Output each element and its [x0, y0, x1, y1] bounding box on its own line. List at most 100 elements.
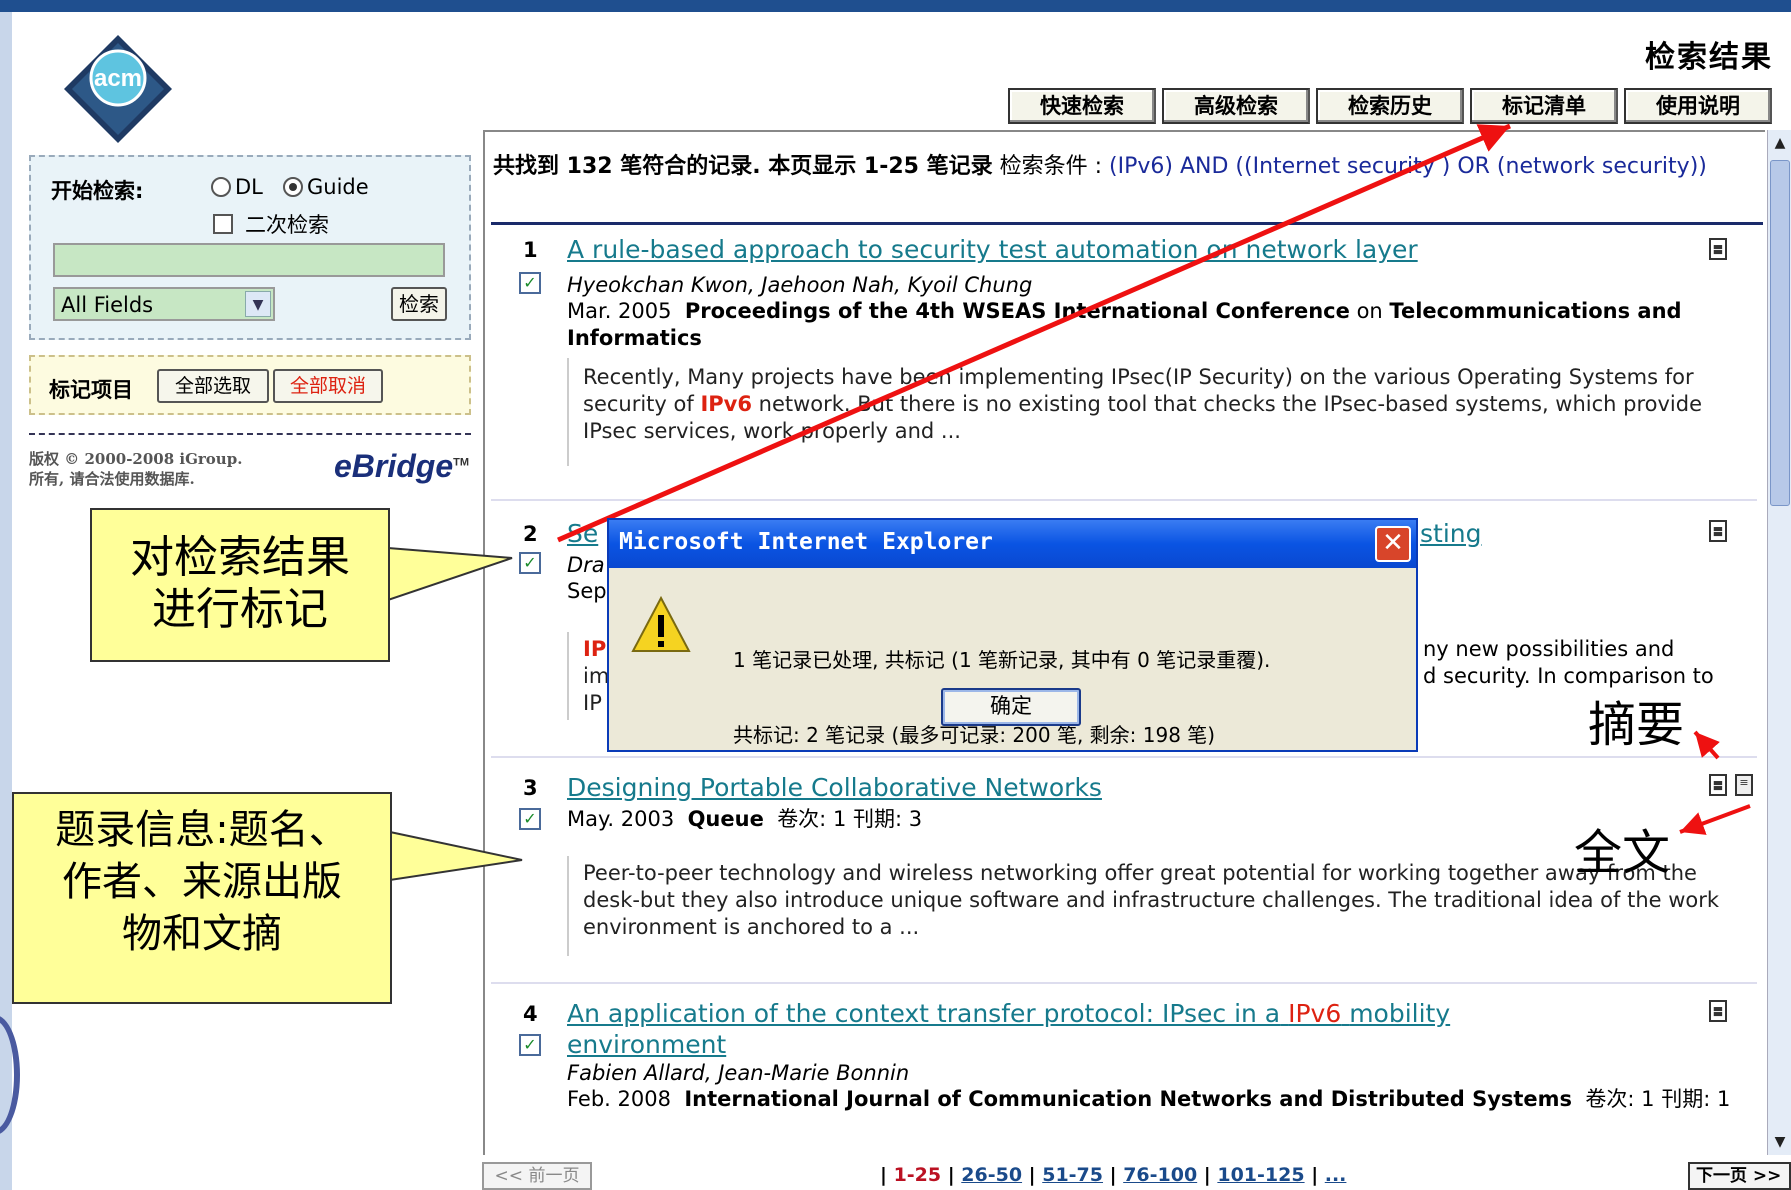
abstract-line-1-end: ny new possibilities and — [1423, 637, 1675, 661]
abstract-icon[interactable]: ▬ ▬ — [1709, 238, 1727, 260]
alert-dialog: Microsoft Internet Explorer ✕ 1 笔记录已处理, … — [607, 518, 1418, 752]
select-all-button[interactable]: 全部选取 — [157, 369, 269, 403]
scroll-thumb[interactable] — [1770, 160, 1790, 506]
callout2-line-3: 物和文摘 — [122, 911, 282, 957]
record-checkbox[interactable]: ✓ — [519, 552, 541, 574]
record-date: Feb. 2008 — [567, 1087, 671, 1111]
record-divider — [491, 982, 1757, 984]
record-checkbox[interactable]: ✓ — [519, 808, 541, 830]
search-history-tab[interactable]: 检索历史 — [1316, 88, 1464, 124]
mark-items-label: 标记项目 — [49, 378, 133, 402]
record-divider — [491, 499, 1757, 501]
record-source: Feb. 2008 International Journal of Commu… — [567, 1086, 1747, 1113]
copyright-text: 版权 © 2000-2008 iGroup. 所有, 请合法使用数据库. — [29, 449, 242, 489]
scroll-up-icon[interactable]: ▲ — [1768, 130, 1791, 156]
slide-top-band — [0, 0, 1791, 12]
record-source-connector: on — [1356, 299, 1383, 323]
search-button[interactable]: 检索 — [391, 287, 447, 321]
record-checkbox[interactable]: ✓ — [519, 1034, 541, 1056]
search-panel: 开始检索: DL Guide 二次检索 All Fields ▼ 检索 — [29, 155, 471, 340]
callout2-line-2: 作者、来源出版 — [62, 859, 342, 905]
abstract-annotation: 摘要 — [1588, 697, 1685, 753]
record-authors: Hyeokchan Kwon, Jaehoon Nah, Kyoil Chung — [567, 273, 1033, 297]
abstract-icon[interactable]: ▬ ▬ — [1709, 520, 1727, 542]
ebridge-logo: eBridgeTM — [334, 448, 469, 485]
criteria-label: 检索条件 : — [999, 154, 1103, 179]
marked-list-tab[interactable]: 标记清单 — [1470, 88, 1618, 124]
record-volume: 卷次: 1 — [777, 807, 847, 831]
record-publication: Proceedings of the 4th WSEAS Internation… — [684, 299, 1350, 323]
record-publication: International Journal of Communication N… — [684, 1087, 1573, 1111]
record-title-part: An application of the context transfer p… — [567, 999, 1281, 1028]
results-count: 共找到 132 笔符合的记录. 本页显示 1-25 笔记录 — [493, 154, 993, 179]
record-issue: 刊期: 3 — [853, 807, 923, 831]
record-title-link[interactable]: Se — [567, 518, 598, 549]
dialog-message-line-2: 共标记: 2 笔记录 (最多可记录: 200 笔, 剩余: 198 笔) — [733, 723, 1216, 747]
record-issue: 刊期: 1 — [1661, 1087, 1731, 1111]
help-tab[interactable]: 使用说明 — [1624, 88, 1772, 124]
record-title-highlight: IPv6 — [1288, 999, 1342, 1028]
secondary-search-option[interactable]: 二次检索 — [213, 209, 329, 239]
guide-option[interactable]: Guide — [283, 175, 369, 199]
record-number: 3 — [523, 776, 538, 800]
top-nav: 快速检索 高级检索 检索历史 标记清单 使用说明 — [1008, 88, 1772, 124]
pagination: | 1-25 | 26-50 | 51-75 | 76-100 | 101-12… — [880, 1164, 1347, 1186]
quick-search-tab[interactable]: 快速检索 — [1008, 88, 1156, 124]
trademark-mark: TM — [453, 456, 470, 469]
record-checkbox[interactable]: ✓ — [519, 272, 541, 294]
record-abstract: Recently, Many projects have been implem… — [567, 358, 1717, 466]
record-source: Mar. 2005 Proceedings of the 4th WSEAS I… — [567, 298, 1747, 352]
scroll-down-icon[interactable]: ▼ — [1768, 1129, 1791, 1155]
dl-label: DL — [235, 175, 263, 199]
dialog-message-line-1: 1 笔记录已处理, 共标记 (1 笔新记录, 其中有 0 笔记录重覆). — [733, 648, 1271, 672]
search-input[interactable] — [53, 243, 445, 277]
ok-button[interactable]: 确定 — [941, 688, 1081, 726]
mark-panel: 标记项目 全部选取 全部取消 — [29, 355, 471, 415]
record-title-link[interactable]: An application of the context transfer p… — [567, 998, 1597, 1060]
secondary-search-checkbox[interactable] — [213, 214, 233, 234]
record-abstract: Peer-to-peer technology and wireless net… — [567, 856, 1747, 956]
dl-radio[interactable] — [211, 177, 231, 197]
record-number: 2 — [523, 522, 538, 546]
record-title-link-end[interactable]: sting — [1420, 518, 1482, 549]
ebridge-logo-text: eBridge — [334, 448, 454, 484]
chevron-down-icon[interactable]: ▼ — [245, 291, 271, 317]
record-authors: Fabien Allard, Jean-Marie Bonnin — [567, 1061, 910, 1085]
field-select[interactable]: All Fields ▼ — [53, 287, 275, 321]
record-title-link[interactable]: A rule-based approach to security test a… — [567, 234, 1418, 265]
dl-option[interactable]: DL — [211, 175, 263, 199]
record-source: May. 2003 Queue 卷次: 1 刊期: 3 — [567, 806, 922, 833]
prev-page-button[interactable]: << 前一页 — [482, 1162, 592, 1190]
abstract-icon[interactable]: ▬ ▬ — [1709, 774, 1727, 796]
search-panel-title: 开始检索: — [51, 179, 144, 203]
page-link-current[interactable]: 1-25 — [894, 1164, 942, 1186]
record-date: May. 2003 — [567, 807, 675, 831]
dialog-titlebar[interactable]: Microsoft Internet Explorer ✕ — [609, 520, 1416, 568]
next-page-button[interactable]: 下一页 >> — [1688, 1162, 1791, 1190]
secondary-search-label: 二次检索 — [245, 213, 329, 237]
page-link[interactable]: 101-125 — [1217, 1164, 1304, 1186]
record-info-callout: 题录信息:题名、 作者、来源出版 物和文摘 — [12, 792, 392, 1004]
page-link[interactable]: 51-75 — [1042, 1164, 1103, 1186]
guide-radio[interactable] — [283, 177, 303, 197]
fulltext-icon[interactable]: ≡ — [1735, 774, 1753, 796]
guide-label: Guide — [307, 175, 369, 199]
record-volume: 卷次: 1 — [1585, 1087, 1655, 1111]
dialog-title: Microsoft Internet Explorer — [619, 529, 993, 555]
page-link[interactable]: 76-100 — [1123, 1164, 1197, 1186]
record-publication: Queue — [687, 807, 764, 831]
acm-logo-text: acm — [94, 65, 142, 92]
callout2-line-1: 题录信息:题名、 — [55, 807, 349, 853]
advanced-search-tab[interactable]: 高级检索 — [1162, 88, 1310, 124]
page-link[interactable]: 26-50 — [961, 1164, 1022, 1186]
fulltext-annotation: 全文 — [1574, 825, 1671, 881]
cancel-all-button[interactable]: 全部取消 — [273, 369, 383, 403]
abstract-icon[interactable]: ▬ ▬ — [1709, 1000, 1727, 1022]
vertical-scrollbar[interactable]: ▲ ▼ — [1767, 130, 1791, 1155]
copyright-line-2: 所有, 请合法使用数据库. — [29, 470, 195, 488]
summary-divider — [491, 222, 1763, 225]
close-icon[interactable]: ✕ — [1375, 526, 1411, 562]
page-link-more[interactable]: ... — [1325, 1164, 1347, 1186]
callout1-line-2: 进行标记 — [152, 584, 328, 635]
divider — [29, 433, 471, 435]
